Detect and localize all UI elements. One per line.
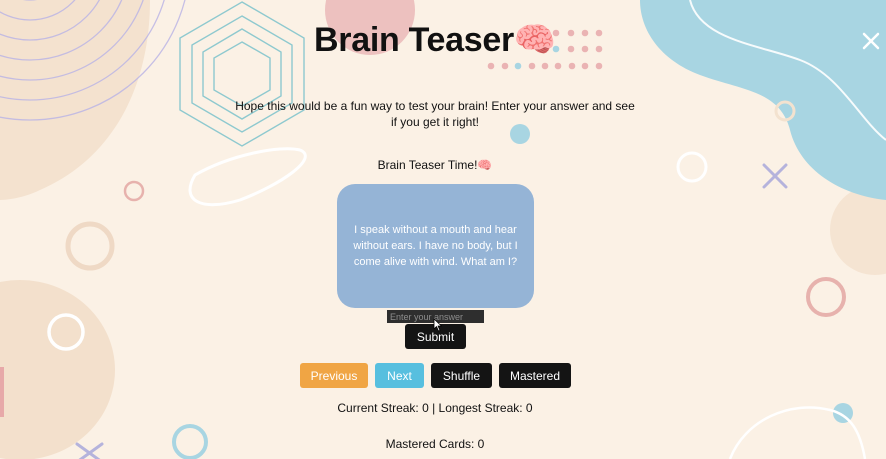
previous-button[interactable]: Previous <box>300 363 368 388</box>
intro-text: Hope this would be a fun way to test you… <box>235 99 635 129</box>
mouse-cursor-icon <box>433 318 442 332</box>
flashcard[interactable]: I speak without a mouth and hear without… <box>337 184 534 308</box>
quiz-heading: Brain Teaser Time!🧠 <box>377 158 493 172</box>
mastered-count: Mastered Cards: 0 <box>385 437 485 451</box>
page-title: Brain Teaser🧠 <box>314 21 556 59</box>
shuffle-button[interactable]: Shuffle <box>431 363 492 388</box>
close-icon[interactable] <box>860 30 882 52</box>
streak-stats: Current Streak: 0 | Longest Streak: 0 <box>337 401 533 415</box>
next-button[interactable]: Next <box>375 363 424 388</box>
mastered-button[interactable]: Mastered <box>499 363 571 388</box>
flashcard-question: I speak without a mouth and hear without… <box>353 224 518 268</box>
